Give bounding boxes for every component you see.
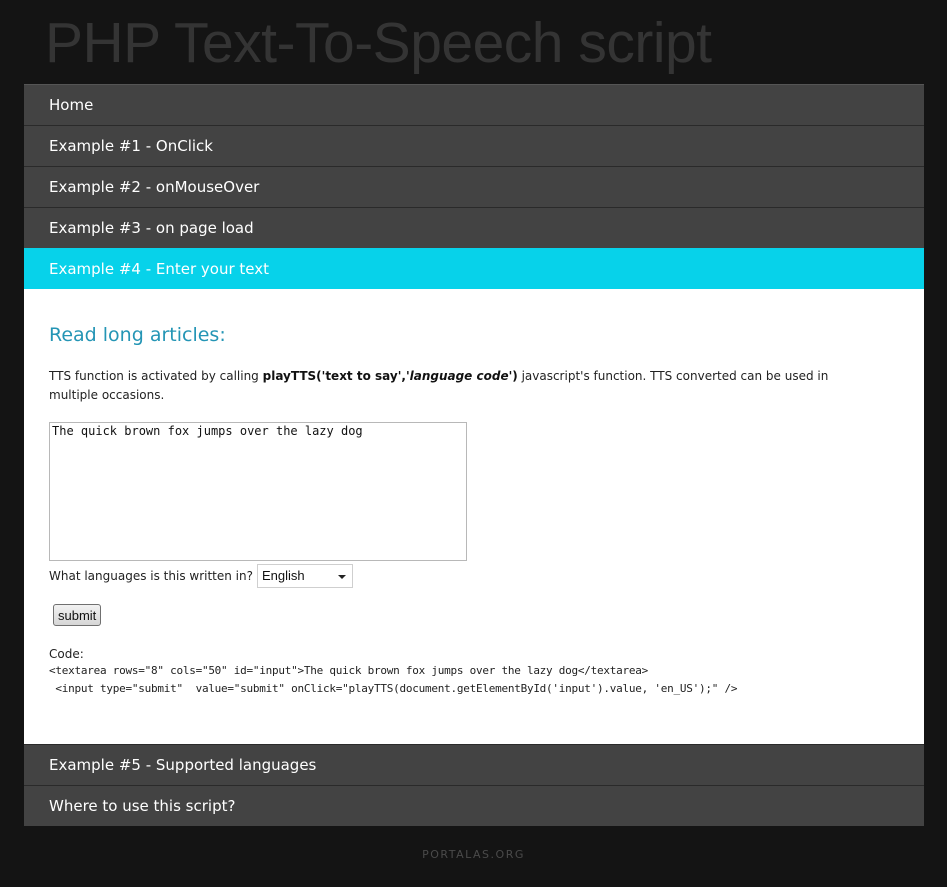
menu-item-home[interactable]: Home [24,84,924,125]
desc-arg2: 'language code' [405,369,513,383]
accordion-menu: Home Example #1 - OnClick Example #2 - o… [24,84,924,826]
menu-item-example-1[interactable]: Example #1 - OnClick [24,125,924,166]
language-label: What languages is this written in? [49,569,253,583]
submit-button[interactable]: submit [53,604,102,626]
menu-item-example-4[interactable]: Example #4 - Enter your text [24,248,924,289]
desc-prefix: TTS function is activated by calling [49,369,263,383]
menu-item-example-5[interactable]: Example #5 - Supported languages [24,744,924,785]
language-selected-value: English [262,568,305,583]
chevron-down-icon [338,575,346,579]
tts-text-input[interactable]: The quick brown fox jumps over the lazy … [49,422,467,561]
panel-heading: Read long articles: [49,324,226,346]
code-line-2: <input type="submit" value="submit" onCl… [49,682,738,695]
menu-item-example-2[interactable]: Example #2 - onMouseOver [24,166,924,207]
menu-item-where-to-use[interactable]: Where to use this script? [24,785,924,826]
example-4-panel: Read long articles: TTS function is acti… [24,289,924,744]
footer-link[interactable]: PORTALAS.ORG [0,848,947,861]
code-label: Code: [49,647,84,661]
desc-arg1: 'text to say' [321,369,402,383]
language-select[interactable]: English [257,564,353,588]
code-line-1: <textarea rows="8" cols="50" id="input">… [49,664,649,677]
panel-description: TTS function is activated by calling pla… [49,367,869,405]
site-title: PHP Text-To-Speech script [45,11,712,75]
language-row: What languages is this written in? Engli… [49,564,899,588]
desc-func: playTTS( [262,369,322,383]
menu-item-example-3[interactable]: Example #3 - on page load [24,207,924,248]
